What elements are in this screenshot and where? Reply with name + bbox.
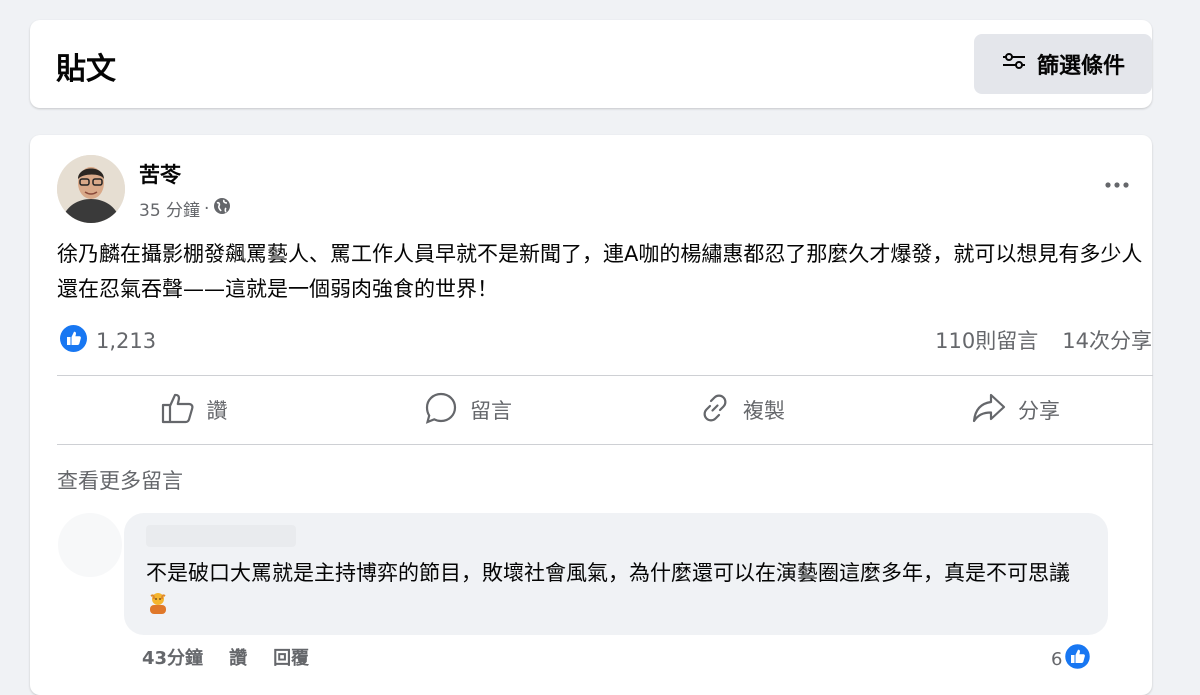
link-icon	[699, 392, 731, 429]
like-count: 1,213	[96, 329, 157, 353]
commenter-avatar[interactable]	[58, 513, 122, 577]
thumbs-up-icon	[161, 392, 195, 429]
copy-button-label: 複製	[743, 399, 785, 423]
share-button-label: 分享	[1018, 399, 1060, 423]
like-reaction-icon	[60, 325, 87, 357]
post-card: 苦苓 35 分鐘 · 徐乃麟在攝影棚發飆罵藝人、罵工作人員早就不是新聞了，連A咖…	[30, 135, 1153, 695]
share-button[interactable]: 分享	[879, 378, 1153, 442]
post-text: 徐乃麟在攝影棚發飆罵藝人、罵工作人員早就不是新聞了，連A咖的楊繡惠都忍了那麼久才…	[57, 242, 1143, 301]
divider-top	[57, 375, 1153, 376]
comment-button-label: 留言	[470, 399, 512, 423]
shrug-emoji-icon	[146, 590, 170, 624]
more-options-icon[interactable]	[1100, 173, 1134, 197]
author-avatar[interactable]	[57, 155, 125, 223]
like-button-label: 讚	[206, 399, 228, 423]
comments-count[interactable]: 110則留言	[935, 325, 1038, 355]
comment-like-link[interactable]: 讚	[229, 644, 247, 670]
share-icon	[972, 392, 1006, 429]
comment-text: 不是破口大罵就是主持博弈的節目，敗壞社會風氣，為什麼還可以在演藝圈這麼多年，真是…	[146, 561, 1070, 585]
filter-button-label: 篩選條件	[1036, 54, 1125, 79]
comment-reaction-count: 6	[1051, 648, 1063, 670]
post-actions: 讚 留言 複製 分享	[57, 378, 1153, 442]
globe-icon	[213, 197, 231, 220]
comment-text-block: 不是破口大罵就是主持博弈的節目，敗壞社會風氣，為什麼還可以在演藝圈這麼多年，真是…	[146, 557, 1076, 624]
like-reaction-icon	[1064, 642, 1092, 675]
like-summary[interactable]: 1,213	[60, 325, 156, 357]
post-time[interactable]: 35 分鐘	[139, 196, 200, 221]
shares-count[interactable]: 14次分享	[1062, 325, 1152, 355]
comment-icon	[424, 391, 458, 430]
post-meta: 35 分鐘 ·	[139, 196, 231, 221]
page-title: 貼文	[56, 52, 116, 87]
posts-header-card: 貼文 篩選條件	[30, 20, 1152, 108]
comment-time[interactable]: 43分鐘	[142, 644, 203, 670]
divider-bottom	[57, 444, 1153, 445]
like-button[interactable]: 讚	[57, 378, 331, 442]
comment-actions: 43分鐘 讚 回覆	[142, 644, 309, 670]
filter-icon	[1001, 51, 1027, 77]
copy-button[interactable]: 複製	[605, 378, 879, 442]
see-more-comments-link[interactable]: 查看更多留言	[57, 465, 183, 495]
meta-separator: ·	[204, 198, 210, 219]
comment-reply-link[interactable]: 回覆	[273, 644, 309, 670]
comment-reactions[interactable]: 6	[1051, 642, 1092, 675]
filter-button[interactable]: 篩選條件	[974, 34, 1152, 94]
post-author[interactable]: 苦苓	[139, 159, 181, 189]
post-stats: 110則留言 14次分享	[935, 325, 1152, 355]
comment-bubble: 不是破口大罵就是主持博弈的節目，敗壞社會風氣，為什麼還可以在演藝圈這麼多年，真是…	[124, 513, 1108, 635]
comment-button[interactable]: 留言	[331, 378, 605, 442]
commenter-name-redacted	[146, 525, 296, 547]
